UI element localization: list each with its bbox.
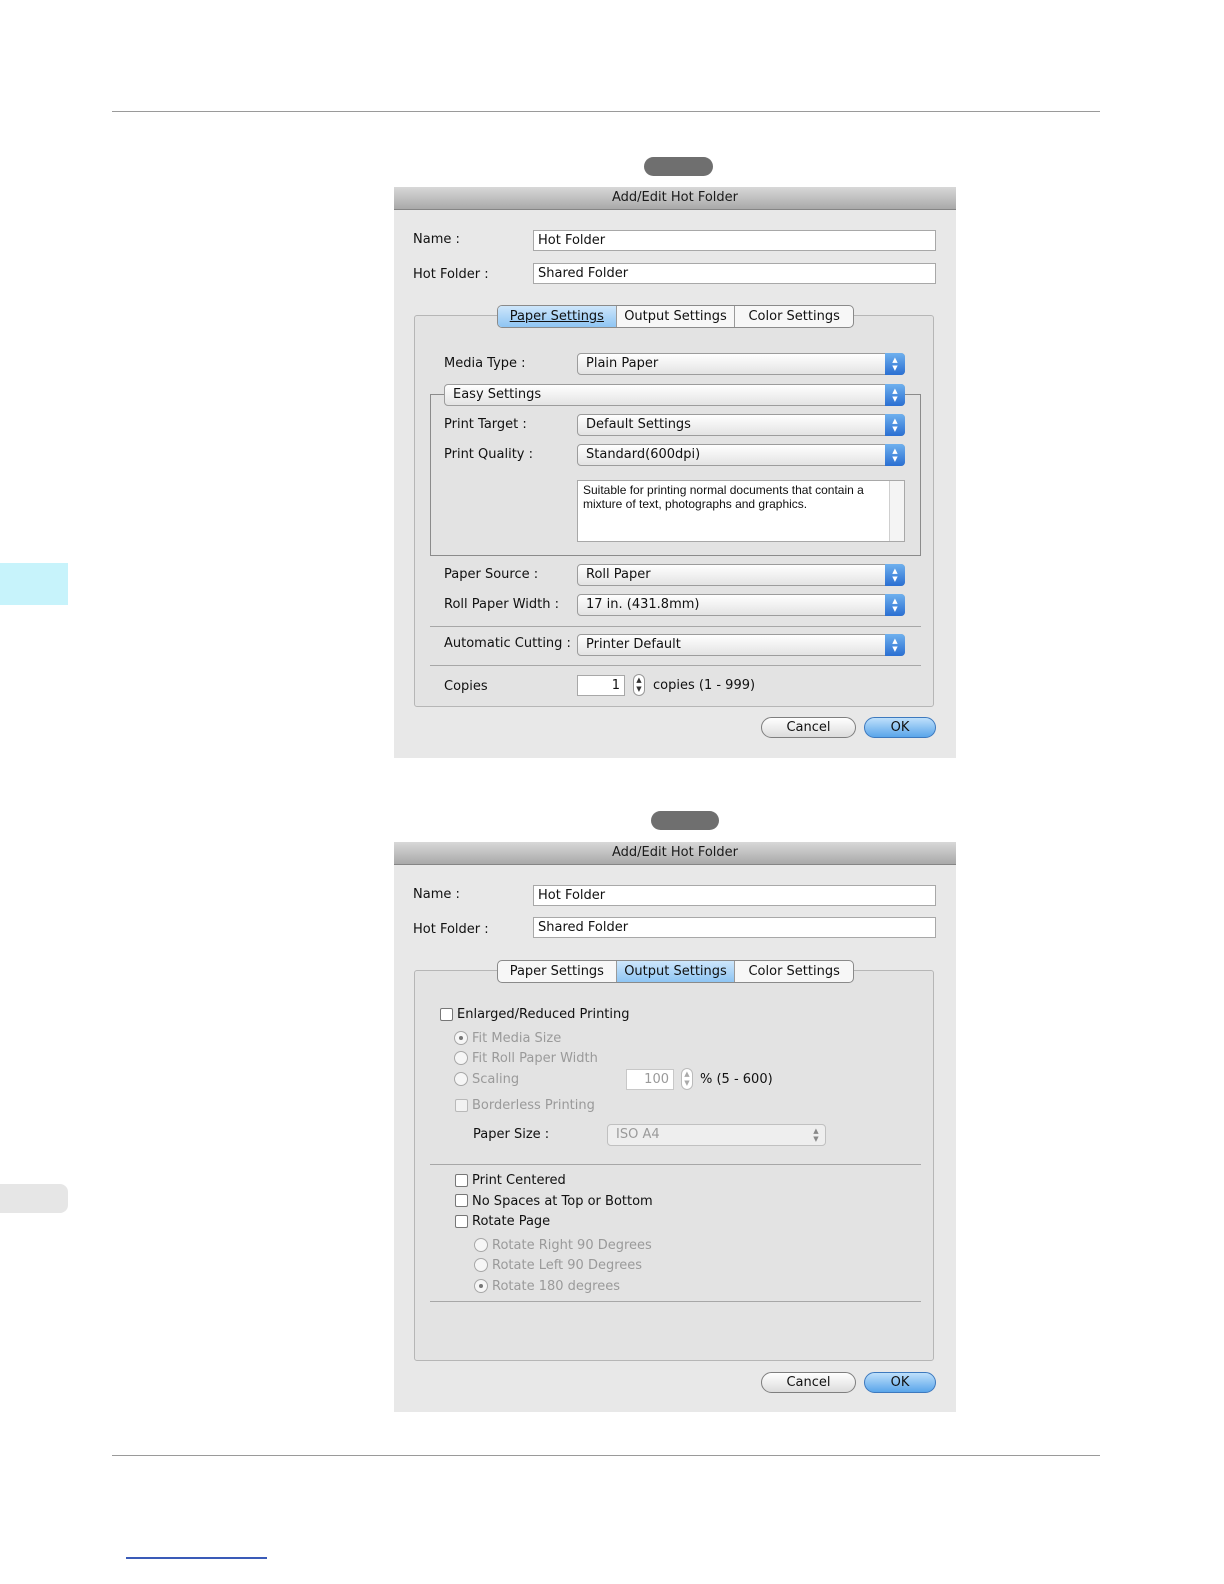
- ok-button[interactable]: OK: [864, 1372, 936, 1393]
- stepper-arrows-icon: ▲ ▼: [813, 1127, 819, 1143]
- hot-folder-label: Hot Folder :: [413, 267, 489, 282]
- print-quality-value: Standard(600dpi): [586, 447, 701, 462]
- stepper-arrows-icon: ▲ ▼: [885, 353, 905, 375]
- paper-source-select[interactable]: Roll Paper ▲ ▼: [577, 564, 905, 586]
- auto-cut-select[interactable]: Printer Default ▲ ▼: [577, 634, 905, 656]
- stepper-arrows-icon: ▲ ▼: [885, 594, 905, 616]
- rotate-left-label: Rotate Left 90 Degrees: [492, 1258, 643, 1273]
- settings-tabs: Paper Settings Output Settings Color Set…: [497, 960, 854, 983]
- rotate-180-label: Rotate 180 degrees: [492, 1279, 620, 1294]
- borderless-checkbox[interactable]: [455, 1099, 468, 1112]
- paper-source-label: Paper Source :: [444, 567, 539, 582]
- divider: [430, 626, 921, 627]
- rotate-page-checkbox[interactable]: [455, 1215, 468, 1228]
- hot-folder-field[interactable]: Shared Folder: [533, 263, 936, 284]
- media-type-select[interactable]: Plain Paper ▲ ▼: [577, 353, 905, 375]
- footer-rule: [112, 1455, 1100, 1456]
- media-type-label: Media Type :: [444, 356, 526, 371]
- hot-folder-field[interactable]: Shared Folder: [533, 917, 936, 938]
- tab-output-settings[interactable]: Output Settings: [617, 306, 736, 327]
- rotate-page-label: Rotate Page: [472, 1214, 551, 1229]
- name-label: Name :: [413, 232, 460, 247]
- settings-panel: [414, 970, 934, 1361]
- fit-media-radio[interactable]: [454, 1031, 468, 1045]
- no-spaces-checkbox[interactable]: [455, 1194, 468, 1207]
- scaling-label: Scaling: [472, 1072, 520, 1087]
- divider: [430, 1301, 921, 1302]
- stepper-arrows-icon: ▲ ▼: [885, 414, 905, 436]
- tab-color-settings[interactable]: Color Settings: [735, 961, 853, 982]
- print-quality-label: Print Quality :: [444, 447, 534, 462]
- borderless-label: Borderless Printing: [472, 1098, 595, 1113]
- copies-label: Copies: [444, 679, 488, 694]
- paper-size-value: ISO A4: [616, 1127, 660, 1142]
- scaling-range: % (5 - 600): [700, 1072, 773, 1087]
- roll-width-label: Roll Paper Width :: [444, 597, 559, 612]
- print-quality-select[interactable]: Standard(600dpi) ▲ ▼: [577, 444, 905, 466]
- enlarged-reduced-label: Enlarged/Reduced Printing: [457, 1007, 630, 1022]
- print-target-select[interactable]: Default Settings ▲ ▼: [577, 414, 905, 436]
- easy-settings-value: Easy Settings: [453, 387, 542, 402]
- auto-cut-value: Printer Default: [586, 637, 681, 652]
- platform-badge-1: [644, 157, 713, 176]
- print-centered-label: Print Centered: [472, 1173, 566, 1188]
- dialog-title: Add/Edit Hot Folder: [394, 842, 956, 865]
- rotate-right-radio[interactable]: [474, 1238, 488, 1252]
- stepper-arrows-icon: ▲ ▼: [885, 564, 905, 586]
- hot-folder-dialog-paper-settings: Add/Edit Hot Folder Name : Hot Folder Ho…: [394, 187, 956, 758]
- cancel-button[interactable]: Cancel: [761, 717, 856, 738]
- copies-range: copies (1 - 999): [653, 678, 756, 693]
- header-rule: [112, 111, 1100, 112]
- tab-output-settings[interactable]: Output Settings: [616, 961, 736, 982]
- divider: [430, 665, 921, 666]
- print-target-value: Default Settings: [586, 417, 691, 432]
- name-label: Name :: [413, 887, 460, 902]
- tab-paper-settings[interactable]: Paper Settings: [498, 961, 617, 982]
- paper-size-label: Paper Size :: [473, 1127, 550, 1142]
- copies-stepper[interactable]: ▲ ▼: [633, 674, 645, 696]
- cancel-button[interactable]: Cancel: [761, 1372, 856, 1393]
- name-field[interactable]: Hot Folder: [533, 230, 936, 251]
- footer-link-underline[interactable]: [126, 1557, 267, 1559]
- no-spaces-label: No Spaces at Top or Bottom: [472, 1194, 653, 1209]
- scaling-stepper[interactable]: ▲ ▼: [681, 1068, 693, 1090]
- fit-media-label: Fit Media Size: [472, 1031, 562, 1046]
- stepper-arrows-icon: ▲ ▼: [885, 384, 905, 406]
- rotate-left-radio[interactable]: [474, 1258, 488, 1272]
- copies-field[interactable]: 1: [577, 675, 625, 696]
- scaling-field[interactable]: 100: [626, 1069, 674, 1090]
- ok-button[interactable]: OK: [864, 717, 936, 738]
- quality-description: Suitable for printing normal documents t…: [577, 480, 905, 542]
- easy-settings-select[interactable]: Easy Settings ▲ ▼: [444, 384, 905, 406]
- fit-roll-radio[interactable]: [454, 1051, 468, 1065]
- name-field[interactable]: Hot Folder: [533, 885, 936, 906]
- rotate-right-label: Rotate Right 90 Degrees: [492, 1238, 652, 1253]
- roll-width-value: 17 in. (431.8mm): [586, 597, 700, 612]
- index-side-tab: [0, 1184, 68, 1213]
- fit-roll-label: Fit Roll Paper Width: [472, 1051, 598, 1066]
- quality-description-text: Suitable for printing normal documents t…: [583, 483, 864, 511]
- auto-cut-label: Automatic Cutting :: [444, 636, 571, 651]
- tab-paper-settings[interactable]: Paper Settings: [498, 306, 617, 327]
- hot-folder-dialog-output-settings: Add/Edit Hot Folder Name : Hot Folder Ho…: [394, 842, 956, 1412]
- media-type-value: Plain Paper: [586, 356, 659, 371]
- divider: [430, 1164, 921, 1165]
- scaling-radio[interactable]: [454, 1072, 468, 1086]
- settings-tabs: Paper Settings Output Settings Color Set…: [497, 305, 854, 328]
- stepper-arrows-icon: ▲ ▼: [885, 634, 905, 656]
- rotate-180-radio[interactable]: [474, 1279, 488, 1293]
- chapter-side-tab: [0, 563, 68, 605]
- platform-badge-2: [651, 811, 719, 830]
- print-centered-checkbox[interactable]: [455, 1174, 468, 1187]
- paper-size-select[interactable]: ISO A4 ▲ ▼: [607, 1124, 826, 1146]
- stepper-arrows-icon: ▲ ▼: [885, 444, 905, 466]
- tab-color-settings[interactable]: Color Settings: [735, 306, 853, 327]
- print-target-label: Print Target :: [444, 417, 527, 432]
- hot-folder-label: Hot Folder :: [413, 922, 489, 937]
- roll-width-select[interactable]: 17 in. (431.8mm) ▲ ▼: [577, 594, 905, 616]
- enlarged-reduced-checkbox[interactable]: [440, 1008, 453, 1021]
- dialog-title: Add/Edit Hot Folder: [394, 187, 956, 210]
- paper-source-value: Roll Paper: [586, 567, 651, 582]
- description-scrollbar[interactable]: [889, 481, 904, 541]
